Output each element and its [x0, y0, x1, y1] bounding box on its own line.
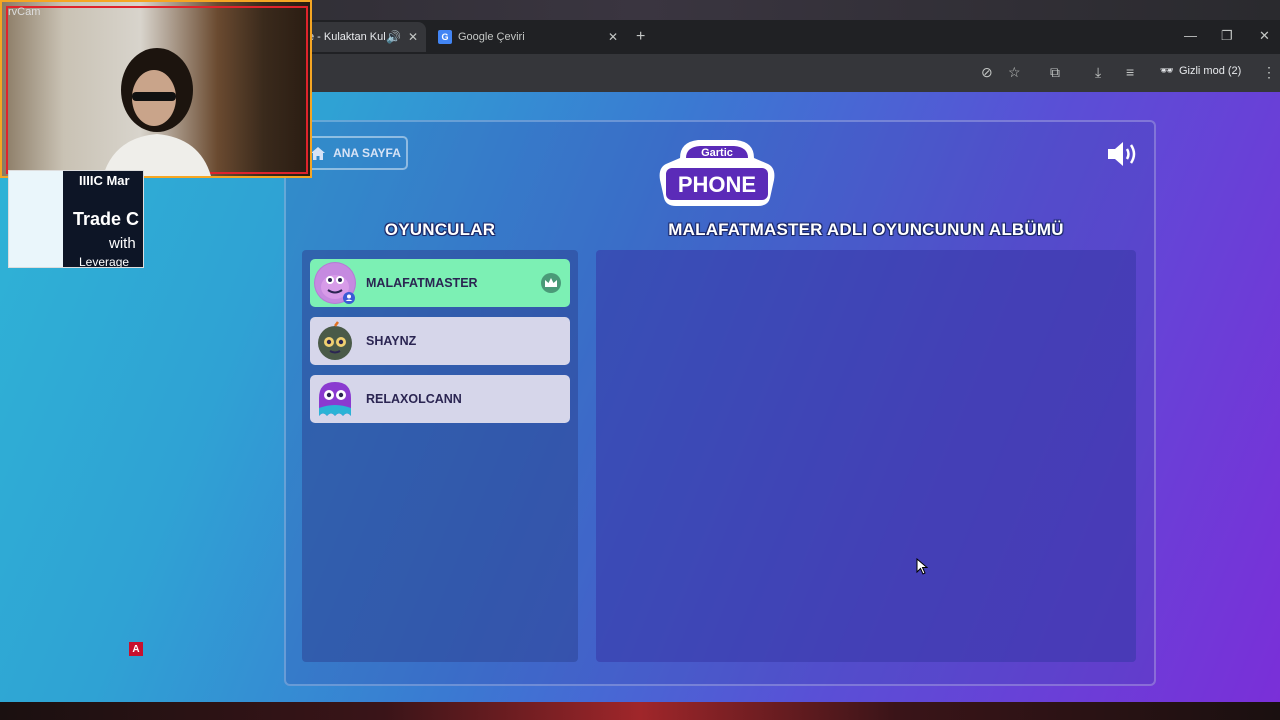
- advertisement[interactable]: IIIIC Mar Trade C with Leverage: [8, 170, 144, 268]
- player-row[interactable]: SHAYNZ: [310, 317, 570, 365]
- new-tab-button[interactable]: +: [636, 28, 645, 46]
- restore-icon[interactable]: ❐: [1221, 28, 1233, 44]
- minimize-icon[interactable]: —: [1184, 28, 1197, 43]
- home-button[interactable]: ANA SAYFA: [304, 136, 408, 170]
- player-avatar: [314, 320, 356, 362]
- incognito-indicator[interactable]: 🕶 Gizli mod (2): [1160, 64, 1242, 78]
- album-heading: MALAFATMASTER ADLI OYUNCUNUN ALBÜMÜ: [668, 220, 1064, 239]
- player-name: RELAXOLCANN: [366, 392, 462, 406]
- player-avatar: [314, 378, 356, 420]
- logo-bottom-text: PHONE: [678, 172, 756, 197]
- incognito-label: Gizli mod (2): [1178, 64, 1242, 77]
- player-avatar: [314, 262, 356, 304]
- close-window-icon[interactable]: ✕: [1259, 28, 1270, 44]
- gartic-phone-logo: Gartic PHONE: [659, 140, 775, 206]
- streamer-silhouette: [103, 48, 211, 176]
- player-row[interactable]: RELAXOLCANN: [310, 375, 570, 423]
- close-tab-icon[interactable]: ✕: [406, 30, 420, 44]
- overlay-badge: A: [129, 642, 143, 656]
- player-name: MALAFATMASTER: [366, 276, 478, 290]
- speaker-icon: 🔊: [386, 30, 401, 44]
- monster-avatar-icon: [315, 263, 355, 304]
- player-row[interactable]: MALAFATMASTER: [310, 259, 570, 307]
- bookmark-star-icon[interactable]: ☆: [1008, 64, 1021, 81]
- more-menu-icon[interactable]: ⋮: [1262, 64, 1276, 81]
- mouse-cursor-icon: [916, 558, 928, 575]
- google-translate-icon: G: [438, 30, 452, 44]
- webcam-label: rvCam: [8, 6, 41, 18]
- ghost-avatar-icon: [319, 382, 351, 416]
- ad-subline-2: Leverage: [79, 255, 130, 268]
- download-icon[interactable]: ⤓: [1095, 64, 1101, 81]
- media-control-icon[interactable]: ≡: [1126, 64, 1134, 80]
- album-area: [596, 250, 1136, 662]
- extensions-icon[interactable]: ⧉: [1050, 64, 1060, 81]
- ad-brand: IIIIC Mar: [79, 173, 130, 188]
- crown-icon: [541, 273, 561, 293]
- game-page: ANA SAYFA Gartic PHONE OYUNCULAR MALAFAT…: [0, 92, 1280, 702]
- tab-gartic-phone[interactable]: e - Kulaktan Kul 🔊 ✕: [300, 22, 426, 52]
- logo-top-text: Gartic: [701, 147, 733, 159]
- home-label: ANA SAYFA: [333, 146, 401, 160]
- home-icon: [311, 146, 326, 160]
- bomb-avatar-icon: [318, 321, 352, 360]
- eye-off-icon[interactable]: ⊘: [981, 64, 993, 81]
- incognito-icon: 🕶: [1160, 65, 1174, 77]
- ad-subline: with: [109, 235, 136, 252]
- close-tab-icon[interactable]: ✕: [606, 30, 620, 44]
- players-heading: OYUNCULAR: [384, 220, 496, 239]
- players-list: [302, 250, 578, 662]
- sound-icon[interactable]: [1106, 140, 1140, 168]
- player-name: SHAYNZ: [366, 334, 417, 348]
- webcam-overlay: rvCam: [0, 0, 312, 178]
- ad-headline: Trade C: [73, 209, 140, 229]
- tab-google-translate[interactable]: G Google Çeviri ✕: [430, 22, 626, 52]
- tab-label: Google Çeviri: [458, 31, 525, 43]
- taskbar-area: [0, 702, 1280, 720]
- tab-label: e - Kulaktan Kul: [308, 31, 386, 43]
